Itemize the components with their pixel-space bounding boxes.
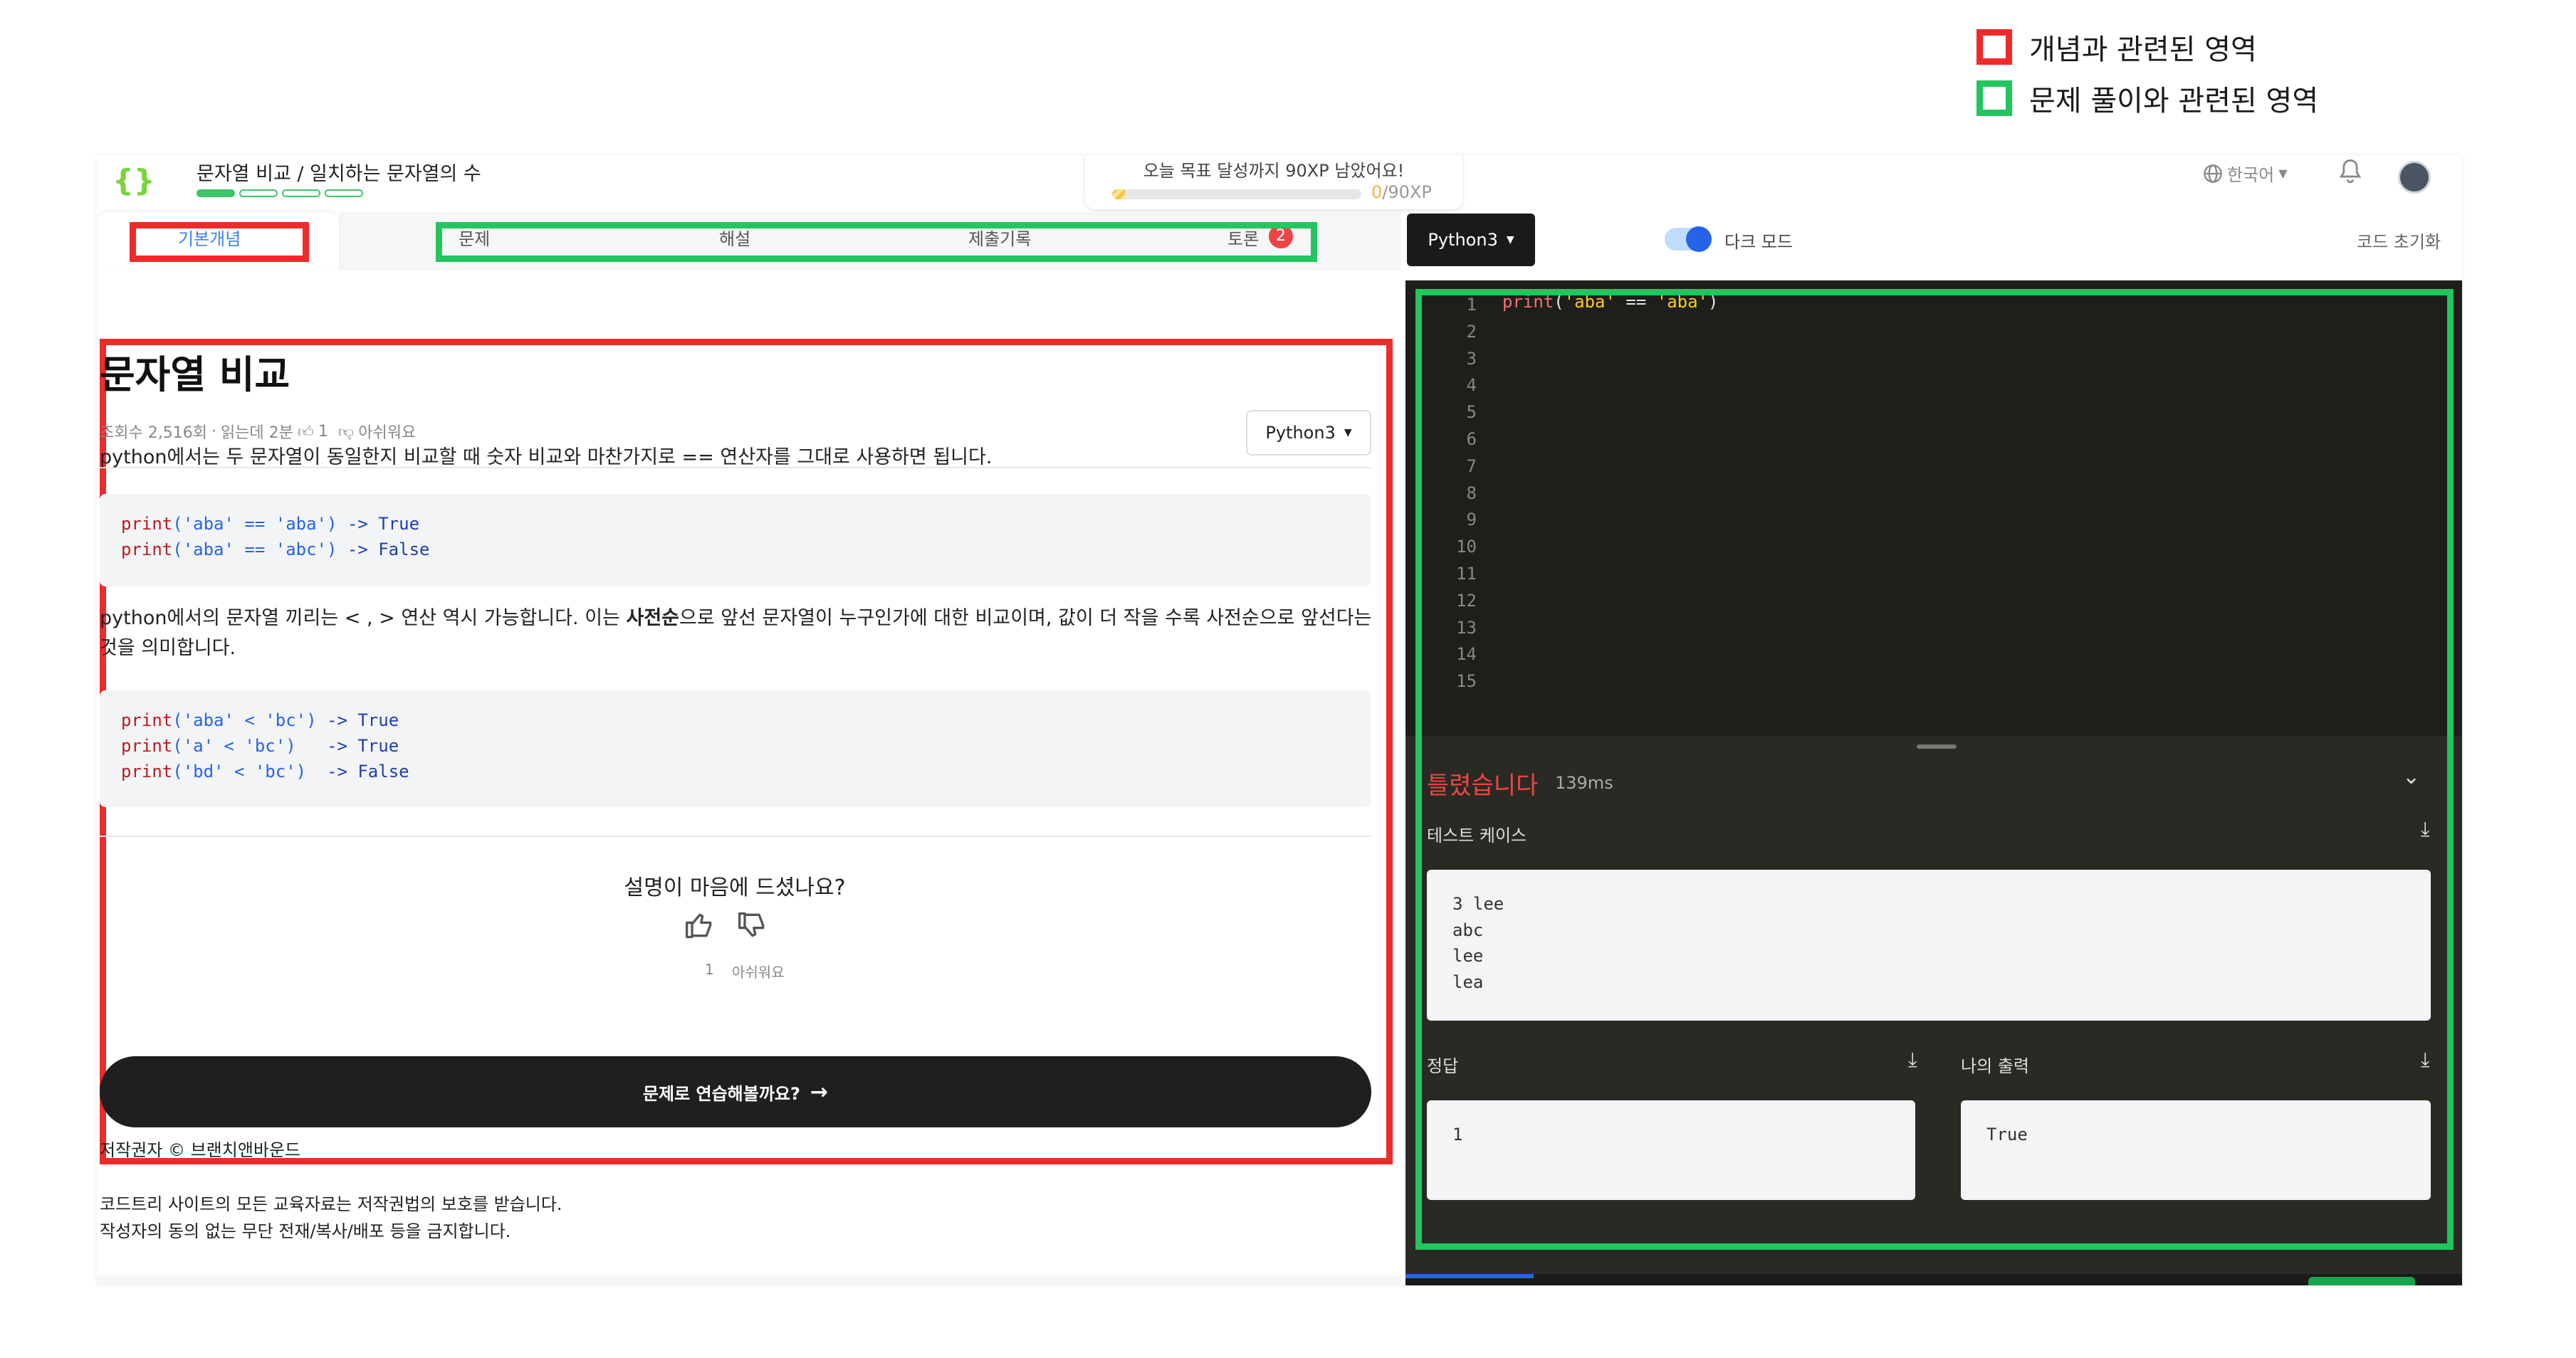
thumbs-down-icon[interactable]: 👎︎	[338, 422, 354, 441]
legend-item-problem: 문제 풀이와 관련된 영역	[1976, 77, 2318, 120]
concept-pane: 기본개념 문제 해설 제출기록 토론 2 문자열 비교 조회수 2,516회 ·…	[97, 212, 1401, 1285]
bell-icon[interactable]	[2338, 158, 2362, 191]
divider	[100, 836, 1371, 837]
code-line: print('a' < 'bc') -> True	[121, 733, 1371, 759]
code-token-result: -> False	[337, 539, 430, 559]
paragraph-ordering-part1: python에서의 문자열 끼리는 < , > 연산 역시 가능합니다. 이는	[100, 607, 627, 629]
code-block-ordering: print('aba' < 'bc') -> True print('a' < '…	[100, 690, 1371, 807]
code-token-args: ('a' < 'bc')	[172, 736, 317, 756]
daily-goal-progress: 0/90XP	[1371, 182, 1432, 202]
daily-goal-text: 오늘 목표 달성까지 90XP 남았어요!	[1143, 161, 1405, 181]
code-token-args: ('aba' == 'aba')	[172, 514, 337, 534]
legend-swatch-red	[1976, 29, 2012, 65]
feedback-dislike-label: 아쉬워요	[732, 964, 785, 981]
paragraph-ordering: python에서의 문자열 끼리는 < , > 연산 역시 가능합니다. 이는 …	[100, 604, 1381, 663]
practice-cta-label: 문제로 연습해볼까요?	[642, 1083, 800, 1104]
progress-segment	[282, 189, 320, 197]
daily-goal-bar-fill	[1112, 189, 1125, 199]
code-token-args: ('aba' == 'abc')	[172, 539, 337, 559]
code-block-equality: print('aba' == 'aba') -> True print('aba'…	[100, 494, 1371, 586]
code-token-result: -> True	[337, 514, 420, 534]
code-token-fn: print	[121, 710, 173, 730]
thumbs-up-icon[interactable]	[684, 910, 716, 949]
editor-bottom-progress	[1405, 1274, 1534, 1278]
copyright-notice-line2: 작성자의 동의 없는 무단 전재/복사/배포 등을 금지합니다.	[100, 1221, 511, 1241]
chevron-down-icon: ▼	[1344, 427, 1352, 438]
chevron-down-icon: ▼	[2278, 167, 2288, 180]
dark-mode-label: 다크 모드	[1724, 232, 1793, 252]
copyright-notice-line1: 코드트리 사이트의 모든 교육자료는 저작권법의 보호를 받습니다.	[100, 1194, 562, 1214]
language-label: 한국어	[2227, 165, 2275, 185]
submit-button[interactable]	[2308, 1277, 2415, 1285]
code-token-args: ('bd' < 'bc')	[172, 762, 317, 781]
like-count: 1	[318, 422, 328, 441]
legend-label-concept: 개념과 관련된 영역	[2029, 33, 2257, 66]
left-bottom-bar	[97, 1275, 1401, 1285]
view-count: 조회수 2,516회	[100, 424, 207, 442]
highlight-concept-tab	[130, 222, 309, 262]
practice-cta-button[interactable]: 문제로 연습해볼까요? →	[100, 1056, 1371, 1127]
code-token-fn: print	[121, 762, 173, 781]
thumbs-down-icon[interactable]	[736, 910, 769, 949]
logo-icon[interactable]: {}	[112, 161, 155, 201]
avatar[interactable]	[2398, 161, 2431, 194]
code-token-fn: print	[121, 514, 173, 534]
feedback-question: 설명이 마음에 드셨나요?	[624, 875, 846, 900]
daily-goal-card[interactable]: 오늘 목표 달성까지 90XP 남았어요! 0/90XP	[1085, 155, 1462, 209]
progress-segment	[325, 189, 363, 197]
dislike-label: 아쉬워요	[358, 424, 417, 442]
highlight-problem-tabs	[436, 222, 1317, 262]
thumbs-up-icon[interactable]: 👍︎	[298, 422, 314, 441]
legend-item-concept: 개념과 관련된 영역	[1976, 26, 2257, 68]
concept-title: 문자열 비교	[100, 352, 290, 397]
progress-segment	[197, 189, 235, 197]
copyright: 저작권자 © 브랜치앤바운드	[100, 1140, 301, 1160]
code-token-fn: print	[121, 736, 173, 756]
progress-segment	[239, 189, 278, 197]
app-window: {} 문자열 비교 / 일치하는 문자열의 수 오늘 목표 달성까지 90XP …	[97, 155, 2462, 1285]
dark-mode-toggle[interactable]	[1665, 226, 1712, 252]
editor-language-select[interactable]: Python3 ▼	[1407, 214, 1535, 266]
toggle-knob	[1686, 226, 1712, 252]
legend: 개념과 관련된 영역 문제 풀이와 관련된 영역	[1976, 26, 2475, 125]
code-editor: 1 2 3 4 5 6 7 8 9 10 11 12 13 14 15 print('aba' == 'ab…	[1405, 280, 2462, 1285]
code-line: print('aba' == 'aba') -> True	[121, 511, 1371, 537]
code-token-fn: print	[121, 539, 173, 559]
header: {} 문자열 비교 / 일치하는 문자열의 수 오늘 목표 달성까지 90XP …	[97, 155, 2462, 212]
reset-code-button[interactable]: 코드 초기화	[2357, 228, 2441, 253]
globe-icon	[2204, 164, 2222, 183]
editor-bottom-bar	[1405, 1274, 2462, 1285]
daily-goal-bar	[1112, 189, 1361, 199]
code-line: print('bd' < 'bc') -> False	[121, 759, 1371, 784]
editor-pane: Python3 ▼ 다크 모드 코드 초기화 1 2 3 4 5 6 7 8 9 10 11 12 13…	[1405, 212, 2462, 1285]
chevron-down-icon: ▼	[1506, 234, 1514, 246]
concept-meta: 조회수 2,516회 · 읽는데 2분 👍︎ 1 👎︎ 아쉬워요	[100, 420, 416, 443]
code-token-result: -> False	[316, 762, 409, 781]
legend-label-problem: 문제 풀이와 관련된 영역	[2029, 85, 2319, 117]
paragraph-equality: python에서는 두 문자열이 동일한지 비교할 때 숫자 비교와 마찬가지로…	[100, 446, 993, 468]
code-line: print('aba' < 'bc') -> True	[121, 707, 1371, 733]
arrow-right-icon: →	[810, 1079, 829, 1105]
code-token-result: -> True	[316, 736, 399, 756]
code-line: print('aba' == 'abc') -> False	[121, 537, 1371, 562]
read-time: 읽는데 2분	[220, 424, 293, 442]
feedback-like-count: 1	[705, 961, 714, 978]
editor-language-label: Python3	[1428, 230, 1498, 250]
code-token-args: ('aba' < 'bc')	[172, 710, 317, 730]
legend-swatch-green	[1976, 80, 2012, 116]
code-token-result: -> True	[316, 710, 399, 730]
concept-language-label: Python3	[1265, 423, 1336, 443]
language-select[interactable]: 한국어 ▼	[2203, 161, 2288, 186]
breadcrumb[interactable]: 문자열 비교 / 일치하는 문자열의 수	[197, 158, 481, 186]
highlight-editor-area	[1415, 289, 2454, 1250]
paragraph-ordering-bold: 사전순	[626, 607, 680, 629]
